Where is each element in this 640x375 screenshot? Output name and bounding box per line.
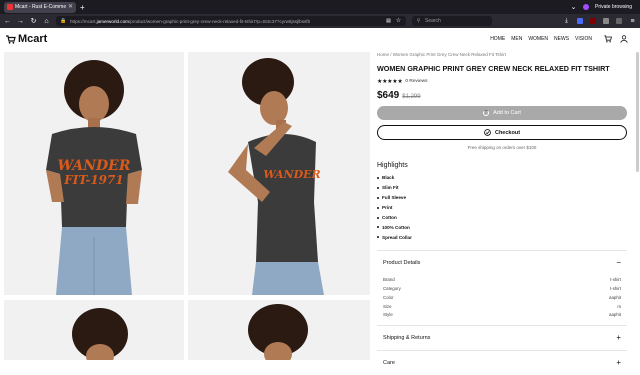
reviews-count[interactable]: 0 Reviews bbox=[405, 79, 427, 84]
list-item: Full Sleeve bbox=[377, 193, 627, 203]
product-photo-front[interactable]: WANDER FIT-1971 bbox=[4, 52, 184, 295]
product-details-accordion: Product Details − Brand t-shirt Category t… bbox=[377, 250, 627, 325]
site-favicon-icon bbox=[7, 4, 13, 10]
highlights-title: Highlights bbox=[377, 162, 408, 169]
list-item: Black bbox=[377, 173, 627, 183]
logo-text: Mcart bbox=[18, 33, 48, 45]
table-row: Brand t-shirt bbox=[383, 277, 621, 283]
care-accordion: Care + bbox=[377, 350, 627, 375]
product-title: WOMEN GRAPHIC PRINT GREY CREW NECK RELAX… bbox=[377, 64, 610, 73]
new-tab-icon[interactable]: + bbox=[80, 3, 85, 12]
expand-plus-icon[interactable]: + bbox=[616, 359, 621, 367]
menu-item-vision[interactable]: VISION bbox=[575, 36, 592, 42]
address-bar[interactable]: 🔒 https://mcart.jamerworld.com/product/w… bbox=[56, 16, 406, 26]
list-item: Cotton bbox=[377, 213, 627, 223]
price-row: $649 $1,299 bbox=[377, 90, 627, 101]
add-to-cart-label: Add to Cart bbox=[493, 110, 521, 116]
tab-title: Mcart - Rust E-Commerce Web bbox=[15, 4, 66, 10]
private-browsing-icon bbox=[583, 4, 590, 10]
shipping-returns-header[interactable]: Shipping & Returns + bbox=[377, 326, 627, 350]
forward-icon[interactable]: → bbox=[17, 18, 24, 25]
browser-tab[interactable]: Mcart - Rust E-Commerce Web ✕ bbox=[4, 1, 76, 13]
checkout-icon bbox=[484, 129, 491, 136]
care-header[interactable]: Care + bbox=[377, 351, 627, 375]
page-scrollbar[interactable] bbox=[636, 52, 639, 172]
main-menu: HOME MEN WOMEN NEWS VISION bbox=[490, 36, 592, 42]
product-gallery: WANDER FIT-1971 WANDER bbox=[4, 52, 370, 360]
extension-gray-icon[interactable] bbox=[603, 18, 609, 24]
lock-icon[interactable]: 🔒 bbox=[60, 18, 67, 24]
browser-nav-bar: ← → ↻ ⌂ 🔒 https://mcart.jamerworld.com/p… bbox=[0, 14, 640, 28]
search-bar[interactable]: ⚲ Search bbox=[412, 16, 492, 26]
shipping-returns-accordion: Shipping & Returns + bbox=[377, 325, 627, 350]
list-item: Print bbox=[377, 203, 627, 213]
user-icon[interactable] bbox=[620, 35, 628, 43]
list-item: Slim Fit bbox=[377, 183, 627, 193]
menu-item-news[interactable]: NEWS bbox=[554, 36, 569, 42]
table-row: Style aaphit bbox=[383, 312, 621, 318]
downloads-icon[interactable]: ⤓ bbox=[563, 18, 570, 24]
checkout-label: Checkout bbox=[494, 129, 521, 136]
menu-icon[interactable]: ≡ bbox=[629, 18, 636, 25]
list-item: 100% Cotton bbox=[377, 222, 627, 232]
product-details-header[interactable]: Product Details − bbox=[377, 251, 627, 275]
expand-plus-icon[interactable]: + bbox=[616, 334, 621, 342]
extension-puzzle-icon[interactable] bbox=[616, 18, 622, 24]
list-tabs-icon[interactable]: ⌄ bbox=[570, 4, 577, 11]
site-logo[interactable]: Mcart bbox=[6, 33, 47, 45]
loading-spinner-icon bbox=[483, 110, 490, 116]
product-details-title: Product Details bbox=[383, 260, 421, 267]
highlights-list: Black Slim Fit Full Sleeve Print Cotton … bbox=[377, 173, 627, 242]
table-row: Color aaphit bbox=[383, 294, 621, 300]
product-detail-panel: Home / Women Graphic Print Grey Crew Nec… bbox=[377, 52, 627, 375]
home-icon[interactable]: ⌂ bbox=[43, 18, 50, 25]
product-photo-closeup[interactable] bbox=[188, 300, 370, 360]
cart-icon[interactable] bbox=[604, 35, 612, 43]
svg-text:FIT-1971: FIT-1971 bbox=[63, 173, 123, 187]
back-icon[interactable]: ← bbox=[4, 18, 11, 25]
star-rating-icon: ★★★★★ bbox=[377, 79, 403, 85]
close-tab-icon[interactable]: ✕ bbox=[68, 4, 73, 10]
search-placeholder: Search bbox=[425, 18, 441, 24]
cart-logo-icon bbox=[6, 34, 16, 44]
reload-icon[interactable]: ↻ bbox=[30, 18, 37, 25]
table-row: Category t-shirt bbox=[383, 285, 621, 291]
breadcrumb[interactable]: Home / Women Graphic Print Grey Crew Nec… bbox=[377, 52, 627, 57]
table-row: Size m bbox=[383, 303, 621, 309]
shipping-note: Free shipping on orders over $100 bbox=[467, 145, 537, 150]
private-browsing-label: Private browsing bbox=[595, 4, 632, 10]
product-photo-side[interactable]: WANDER bbox=[188, 52, 370, 295]
spec-table: Brand t-shirt Category t-shirt Color aaphit… bbox=[377, 275, 627, 325]
browser-tab-bar: Mcart - Rust E-Commerce Web ✕ + ⌄ Privat… bbox=[0, 0, 640, 14]
url-text[interactable]: https://mcart.jamerworld.com/product/wom… bbox=[70, 19, 382, 24]
bookmark-star-icon[interactable]: ☆ bbox=[395, 18, 402, 24]
reader-view-icon[interactable]: ▤ bbox=[385, 18, 392, 24]
collapse-icon[interactable]: − bbox=[616, 259, 621, 267]
add-to-cart-button[interactable]: Add to Cart bbox=[377, 106, 627, 120]
product-photo-back[interactable] bbox=[4, 300, 184, 360]
price: $649 bbox=[377, 90, 400, 101]
svg-text:WANDER: WANDER bbox=[263, 168, 320, 181]
svg-text:WANDER: WANDER bbox=[58, 158, 131, 174]
menu-item-women[interactable]: WOMEN bbox=[528, 36, 548, 42]
extension-ublock-icon[interactable] bbox=[590, 18, 596, 24]
rating: ★★★★★ 0 Reviews bbox=[377, 78, 627, 85]
checkout-button[interactable]: Checkout bbox=[377, 125, 627, 140]
site-header: Mcart HOME MEN WOMEN NEWS VISION bbox=[0, 28, 640, 50]
original-price: $1,299 bbox=[402, 94, 421, 100]
extension-blue-icon[interactable] bbox=[577, 18, 583, 24]
search-icon: ⚲ bbox=[416, 17, 421, 24]
list-item: Spread Collar bbox=[377, 232, 627, 242]
menu-item-home[interactable]: HOME bbox=[490, 36, 505, 42]
shipping-returns-title: Shipping & Returns bbox=[383, 335, 431, 342]
care-title: Care bbox=[383, 360, 395, 367]
menu-item-men[interactable]: MEN bbox=[511, 36, 522, 42]
